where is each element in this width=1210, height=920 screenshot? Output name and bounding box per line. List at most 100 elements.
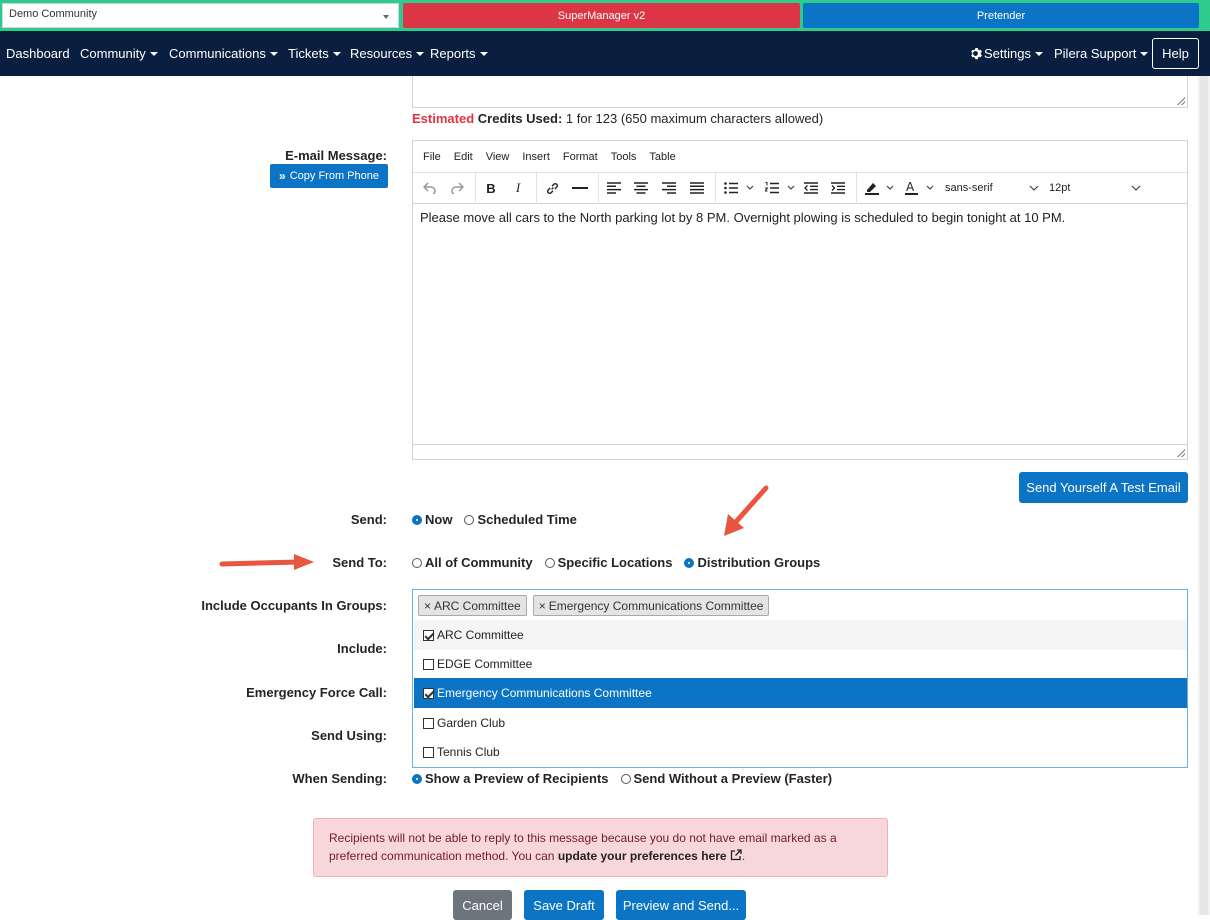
radio-all[interactable]	[412, 557, 422, 568]
when-sending-radio-group: Show a Preview of Recipients Send Withou…	[412, 771, 844, 786]
force-call-label: Emergency Force Call:	[246, 685, 387, 700]
numbered-list-icon[interactable]	[763, 178, 799, 198]
align-right-icon[interactable]	[660, 178, 678, 198]
menu-table[interactable]: Table	[649, 151, 675, 163]
font-family-select[interactable]: sans-serif	[945, 178, 1045, 198]
horizontal-line-icon[interactable]	[571, 178, 589, 198]
chevron-down-icon	[1131, 185, 1141, 191]
annotation-arrow-right-icon	[219, 554, 314, 570]
send-to-radio-group: All of Community Specific Locations Dist…	[412, 555, 832, 570]
chip-emergency-communications: × Emergency Communications Committee	[532, 595, 770, 616]
link-icon[interactable]	[542, 178, 562, 198]
font-size-select[interactable]: 12pt	[1049, 178, 1149, 198]
nav-dashboard[interactable]: Dashboard	[6, 46, 70, 61]
radio-groups[interactable]	[684, 557, 695, 568]
dropdown-caret-icon	[332, 52, 341, 56]
group-option-label: Garden Club	[437, 716, 506, 730]
copy-from-phone-button[interactable]: » Copy From Phone	[270, 164, 388, 188]
group-option[interactable]: EDGE Committee	[414, 649, 1187, 679]
nav-support[interactable]: Pilera Support	[1054, 46, 1149, 61]
align-justify-icon[interactable]	[688, 178, 706, 198]
send-to-locations-option[interactable]: Specific Locations	[544, 555, 672, 570]
credits-label: Credits Used:	[477, 111, 563, 126]
community-select[interactable]: Demo Community	[2, 3, 399, 28]
cancel-button[interactable]: Cancel	[453, 890, 512, 920]
align-center-icon[interactable]	[632, 178, 650, 198]
copy-from-phone-label: Copy From Phone	[289, 170, 379, 182]
group-option-label: EDGE Committee	[437, 657, 533, 671]
radio-locations[interactable]	[544, 557, 555, 568]
radio-no-preview[interactable]	[620, 773, 631, 784]
menu-view[interactable]: View	[486, 151, 510, 163]
radio-preview[interactable]	[412, 773, 422, 784]
italic-icon[interactable]: I	[509, 178, 527, 198]
help-button[interactable]: Help	[1152, 38, 1199, 69]
preview-option[interactable]: Show a Preview of Recipients	[412, 771, 609, 786]
scrollbar-thumb[interactable]	[1200, 76, 1208, 915]
update-preferences-link[interactable]: update your preferences here	[558, 849, 727, 863]
send-scheduled-option[interactable]: Scheduled Time	[464, 512, 577, 527]
menu-file[interactable]: File	[423, 151, 441, 163]
preview-and-send-button[interactable]: Preview and Send...	[616, 890, 746, 920]
nav-community[interactable]: Community	[80, 46, 158, 61]
editor-menubar: File Edit View Insert Format Tools Table	[413, 141, 1187, 173]
menu-insert[interactable]: Insert	[522, 151, 550, 163]
menu-tools[interactable]: Tools	[611, 151, 637, 163]
send-to-groups-option[interactable]: Distribution Groups	[684, 555, 820, 570]
remove-chip-icon[interactable]: ×	[539, 599, 546, 613]
pretender-button[interactable]: Pretender	[803, 3, 1199, 28]
group-option[interactable]: Tennis Club	[414, 737, 1187, 767]
redo-icon[interactable]	[448, 178, 466, 198]
nav-dashboard-label: Dashboard	[6, 46, 70, 61]
bullet-list-icon[interactable]	[722, 178, 758, 198]
outdent-icon[interactable]	[802, 178, 820, 198]
resize-grip-icon[interactable]	[1177, 97, 1185, 105]
align-left-icon[interactable]	[605, 178, 623, 198]
undo-icon[interactable]	[421, 178, 439, 198]
sms-message-textarea[interactable]	[412, 76, 1188, 108]
group-option[interactable]: Emergency Communications Committee	[414, 678, 1187, 708]
nav-resources-label: Resources	[350, 46, 413, 61]
nav-settings[interactable]: Settings	[969, 46, 1043, 61]
nav-tickets[interactable]: Tickets	[288, 46, 341, 61]
toolbar-divider	[856, 173, 857, 204]
no-preview-option[interactable]: Send Without a Preview (Faster)	[620, 771, 832, 786]
send-to-all-option[interactable]: All of Community	[412, 555, 533, 570]
groups-multiselect[interactable]: × ARC Committee × Emergency Communications…	[412, 589, 1188, 768]
nav-tickets-label: Tickets	[288, 46, 329, 61]
send-test-email-button[interactable]: Send Yourself A Test Email	[1019, 472, 1188, 503]
highlight-color-icon[interactable]	[863, 178, 899, 198]
include-groups-label: Include Occupants In Groups:	[201, 598, 387, 613]
checkbox-icon	[423, 746, 434, 758]
group-option[interactable]: ARC Committee	[414, 620, 1187, 650]
group-option-label: ARC Committee	[437, 628, 524, 642]
resize-grip-icon[interactable]	[1177, 449, 1185, 457]
save-draft-button[interactable]: Save Draft	[524, 890, 604, 920]
nav-communications-label: Communications	[169, 46, 266, 61]
group-option[interactable]: Garden Club	[414, 708, 1187, 738]
estimated-label: Estimated	[412, 111, 475, 126]
email-body-editor[interactable]: Please move all cars to the North parkin…	[413, 204, 1187, 231]
nav-communications[interactable]: Communications	[169, 46, 278, 61]
menu-format[interactable]: Format	[563, 151, 598, 163]
bold-icon[interactable]: B	[482, 178, 500, 198]
radio-scheduled[interactable]	[464, 514, 475, 525]
radio-now[interactable]	[412, 514, 422, 525]
nav-reports[interactable]: Reports	[430, 46, 488, 61]
menu-edit[interactable]: Edit	[454, 151, 473, 163]
dropdown-caret-icon	[1034, 52, 1043, 56]
supermanager-button[interactable]: SuperManager v2	[403, 3, 800, 28]
group-option-label: Emergency Communications Committee	[437, 686, 652, 700]
send-radio-group: Now Scheduled Time	[412, 512, 589, 527]
nav-resources[interactable]: Resources	[350, 46, 425, 61]
checkbox-checked-icon	[423, 629, 434, 641]
nav-settings-label: Settings	[984, 46, 1031, 61]
send-label: Send:	[350, 512, 387, 527]
send-now-option[interactable]: Now	[412, 512, 452, 527]
page-scrollbar[interactable]	[1198, 76, 1210, 915]
send-using-label: Send Using:	[311, 728, 387, 743]
svg-text:A: A	[906, 181, 915, 194]
remove-chip-icon[interactable]: ×	[424, 599, 431, 613]
text-color-icon[interactable]: A	[903, 178, 939, 198]
indent-icon[interactable]	[829, 178, 847, 198]
